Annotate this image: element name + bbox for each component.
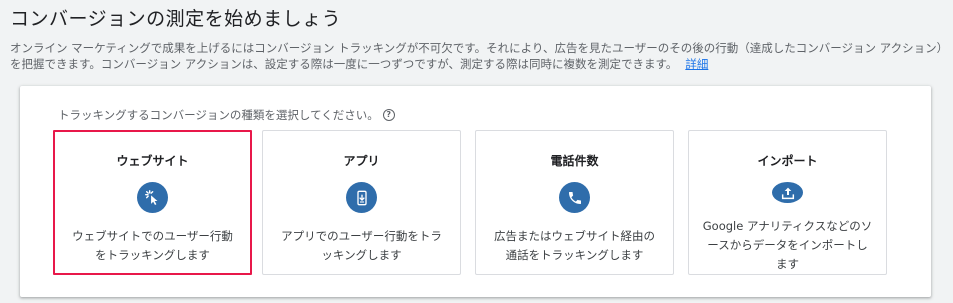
option-description: ウェブサイトでのユーザー行動をトラッキングします xyxy=(72,228,233,262)
option-description: 広告またはウェブサイト経由の通話をトラッキングします xyxy=(494,229,655,262)
option-title: インポート xyxy=(757,154,818,168)
help-icon[interactable]: ? xyxy=(382,109,395,121)
option-app[interactable]: アプリ アプリでのユーザー行動をトラッキングします xyxy=(262,130,461,275)
option-title: 電話件数 xyxy=(550,154,599,168)
option-website[interactable]: ウェブサイト ウェブサイトでのユーザー行動をトラッキングします xyxy=(53,130,252,275)
learn-more-link[interactable]: 詳細 xyxy=(685,57,708,71)
phone-download-icon xyxy=(346,182,377,213)
option-title: アプリ xyxy=(343,154,380,168)
option-title: ウェブサイト xyxy=(116,153,189,168)
option-import[interactable]: インポート Google アナリティクスなどのソースからデータをインポートします xyxy=(688,130,887,275)
intro-description: オンライン マーケティングで成果を上げるにはコンバージョン トラッキングが不可欠… xyxy=(10,41,943,71)
page-title: コンバージョンの測定を始めましょう xyxy=(10,8,342,30)
option-description: Google アナリティクスなどのソースからデータをインポートします xyxy=(702,219,873,271)
phone-icon xyxy=(559,182,590,213)
upload-icon xyxy=(772,182,803,203)
selection-prompt: トラッキングするコンバージョンの種類を選択してください。 ? xyxy=(58,107,395,123)
option-description: アプリでのユーザー行動をトラッキングします xyxy=(281,229,442,262)
cursor-click-icon xyxy=(137,181,168,213)
option-phone-calls[interactable]: 電話件数 広告またはウェブサイト経由の通話をトラッキングします xyxy=(475,130,674,275)
conversion-type-card: トラッキングするコンバージョンの種類を選択してください。 ? ウェブサイト ウェ… xyxy=(20,86,931,297)
intro-text: オンライン マーケティングで成果を上げるにはコンバージョン トラッキングが不可欠… xyxy=(10,40,945,72)
selection-prompt-text: トラッキングするコンバージョンの種類を選択してください。 xyxy=(58,108,379,122)
